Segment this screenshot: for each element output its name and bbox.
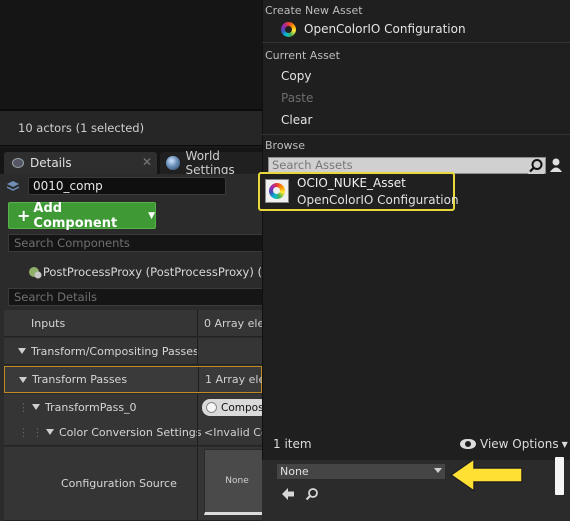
search-icon[interactable]: [528, 158, 544, 174]
globe-icon: [166, 156, 180, 170]
copy-menu-item[interactable]: Copy: [263, 65, 569, 87]
use-selected-arrow-icon[interactable]: [281, 487, 295, 501]
property-row-inputs[interactable]: Inputs 0 Array elem: [4, 310, 262, 337]
expand-triangle-icon: [18, 348, 26, 354]
create-ocio-config-label: OpenColorIO Configuration: [304, 22, 466, 36]
expand-triangle-icon: [32, 404, 40, 410]
actor-count-text: 10 actors (1 selected): [18, 121, 145, 135]
plus-icon: +: [17, 206, 31, 225]
transform-passes-label: Transform Passes: [32, 373, 128, 386]
tab-world-settings[interactable]: World Settings: [160, 149, 270, 177]
item-count: 1 item: [273, 437, 312, 451]
composition-pill-label: Compos: [221, 401, 264, 414]
tab-close-icon[interactable]: ✕: [142, 155, 152, 169]
chevron-down-icon: ▼: [148, 210, 155, 221]
transform-pass-0-label: TransformPass_0: [45, 400, 137, 414]
scrollbar[interactable]: [555, 457, 564, 495]
expand-triangle-icon: [46, 429, 54, 435]
chevron-down-icon[interactable]: [434, 468, 442, 473]
current-asset-header: Current Asset: [265, 49, 340, 62]
chevron-down-icon: ▼: [561, 439, 568, 449]
tab-details[interactable]: Details: [4, 152, 157, 174]
transform-compositing-label: Transform/Compositing Passes: [31, 344, 199, 358]
color-wheel-icon: [269, 183, 285, 199]
search-details-input[interactable]: Search Details: [8, 288, 264, 306]
inputs-label: Inputs: [31, 316, 66, 330]
transform-passes-value: 1 Array elem: [205, 373, 263, 386]
asset-thumbnail-none[interactable]: None: [204, 449, 270, 515]
search-components-input[interactable]: Search Components: [8, 234, 264, 252]
view-options-label: View Options: [480, 437, 559, 451]
divider: [262, 42, 570, 43]
actor-count-status: 10 actors (1 selected): [0, 110, 262, 146]
viewport-area: [0, 0, 262, 110]
color-wheel-icon: [281, 21, 296, 37]
radio-icon: [206, 402, 217, 413]
actor-name-input[interactable]: 0010_comp: [28, 177, 226, 195]
component-icon: [29, 267, 42, 279]
color-conversion-label: Color Conversion Settings: [59, 425, 202, 439]
details-icon: [12, 158, 24, 168]
configuration-source-label: Configuration Source: [61, 477, 177, 490]
asset-type: OpenColorIO Configuration: [297, 193, 459, 207]
tab-details-label: Details: [30, 156, 72, 170]
view-options-button[interactable]: View Options ▼: [460, 437, 568, 451]
browse-magnifier-icon[interactable]: [305, 487, 319, 501]
actor-layers-icon: [6, 181, 20, 191]
asset-combo-box[interactable]: None: [276, 463, 446, 480]
create-ocio-config-menu-item[interactable]: OpenColorIO Configuration: [263, 18, 569, 40]
callout-arrow-icon: [449, 457, 523, 493]
composition-pill[interactable]: Compos: [202, 399, 268, 416]
user-filter-icon[interactable]: [548, 157, 564, 174]
color-conversion-value: <Invalid Con: [204, 425, 262, 439]
asset-thumbnail: [265, 179, 289, 203]
browse-header: Browse: [265, 139, 306, 152]
divider: [262, 134, 570, 135]
property-row-color-conversion[interactable]: ⋮ ⋮ Color Conversion Settings <Invalid C…: [4, 419, 262, 446]
property-row-transform-passes[interactable]: Transform Passes 1 Array elem: [4, 366, 263, 393]
add-component-button[interactable]: + Add Component ▼: [8, 200, 156, 231]
clear-menu-item[interactable]: Clear: [263, 109, 569, 131]
expand-triangle-icon: [19, 376, 27, 383]
eye-icon: [460, 439, 476, 449]
asset-name: OCIO_NUKE_Asset: [297, 176, 406, 190]
add-component-label: Add Component: [33, 200, 118, 231]
inputs-value: 0 Array elem: [204, 316, 262, 330]
paste-menu-item[interactable]: Paste: [263, 87, 569, 109]
property-row-transform-compositing[interactable]: Transform/Compositing Passes: [4, 338, 262, 365]
component-label: PostProcessProxy (PostProcessProxy) (: [42, 265, 262, 279]
